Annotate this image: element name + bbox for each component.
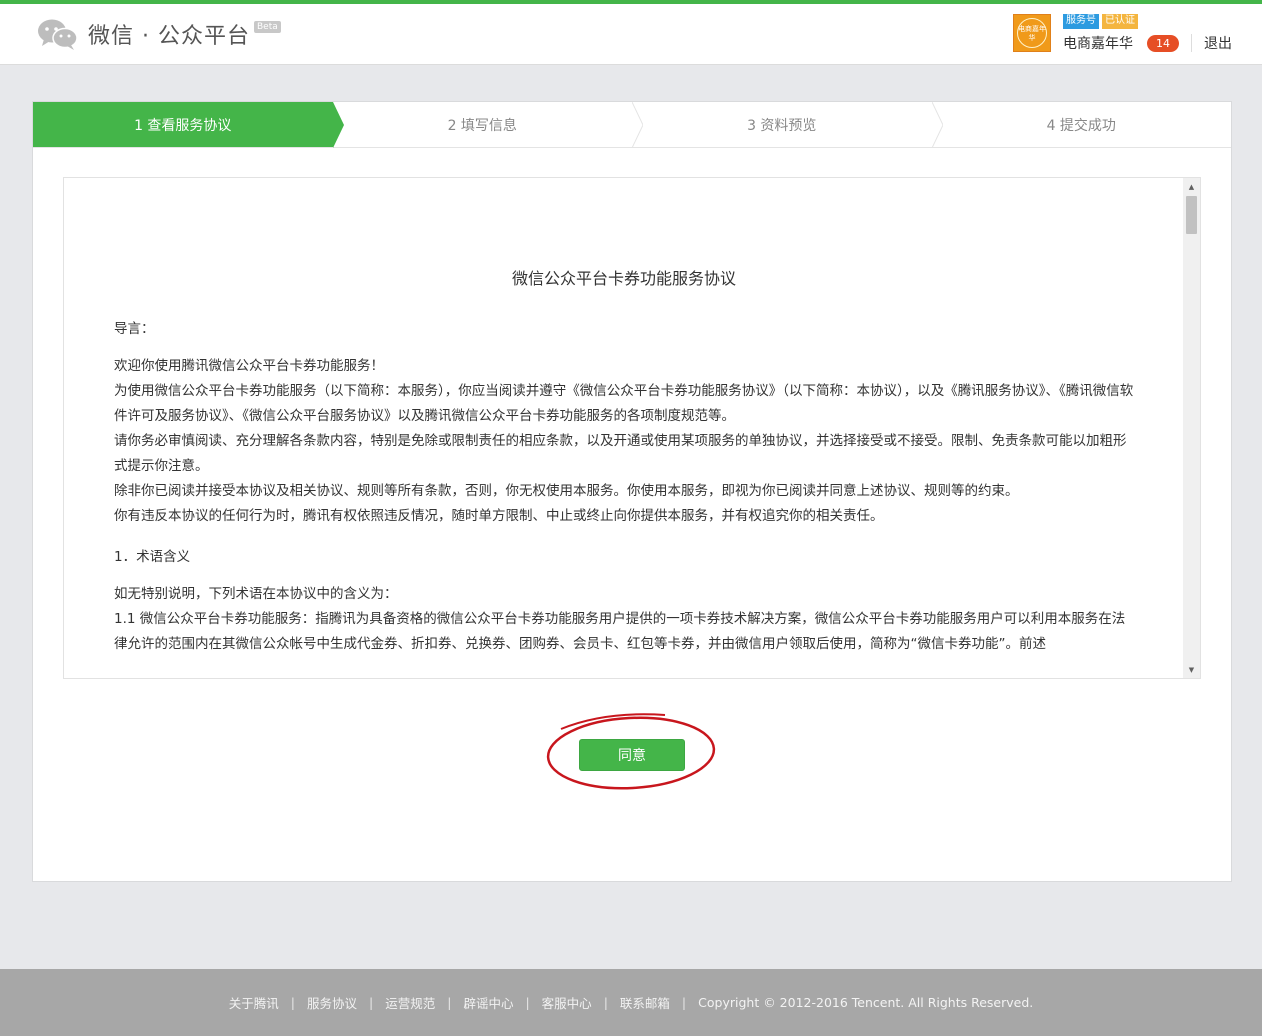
beta-badge: Beta — [253, 21, 281, 33]
section-heading: 1．术语含义 — [114, 549, 191, 565]
footer-link-rumor-center[interactable]: 辟谣中心 — [463, 993, 513, 1012]
agreement-paragraph: 除非你已阅读并接受本协议及相关协议、规则等所有条款，否则，你无权使用本服务。你使… — [114, 483, 1019, 499]
footer-separator: | — [290, 995, 295, 1010]
footer-link-customer-service[interactable]: 客服中心 — [542, 993, 592, 1012]
agreement-paragraph: 请你务必审慎阅读、充分理解各条款内容，特别是免除或限制责任的相应条款，以及开通或… — [114, 433, 1127, 474]
footer-separator: | — [447, 995, 452, 1010]
step-label: 3 资料预览 — [747, 117, 817, 134]
document-scrollbar[interactable]: ▲ ▼ — [1183, 178, 1200, 678]
scroll-down-icon[interactable]: ▼ — [1183, 661, 1200, 678]
section-item: 1.1 微信公众平台卡券功能服务：指腾讯为具备资格的微信公众平台卡券功能服务用户… — [114, 611, 1126, 652]
agreement-paragraph: 欢迎你使用腾讯微信公众平台卡券功能服务！ — [114, 358, 384, 374]
intro-heading: 导言： — [114, 321, 155, 337]
step-progress: 1 查看服务协议 2 填写信息 3 资料预览 4 提交成功 — [33, 102, 1231, 148]
account-info: 服务号 已认证 电商嘉年华 14 退出 — [1063, 14, 1232, 53]
footer-link-about[interactable]: 关于腾讯 — [229, 993, 279, 1012]
step-label: 2 填写信息 — [447, 117, 517, 134]
section-intro: 如无特别说明，下列术语在本协议中的含义为： — [114, 586, 398, 602]
wechat-logo-icon — [36, 16, 80, 52]
footer: 关于腾讯 | 服务协议 | 运营规范 | 辟谣中心 | 客服中心 | 联系邮箱 … — [0, 969, 1262, 1036]
step-arrow-icon — [632, 102, 643, 148]
footer-separator: | — [681, 995, 687, 1010]
step-1: 1 查看服务协议 — [33, 102, 344, 148]
logo[interactable]: 微信 · 公众平台 Beta — [36, 16, 281, 52]
account-row: 电商嘉年华 14 退出 — [1063, 33, 1232, 53]
avatar[interactable]: 电商嘉年华 — [1013, 14, 1051, 52]
account-name[interactable]: 电商嘉年华 — [1063, 33, 1133, 53]
copyright-text: Copyright © 2012-2016 Tencent. All Right… — [698, 995, 1034, 1010]
header-divider — [1191, 34, 1192, 52]
scroll-up-icon[interactable]: ▲ — [1183, 178, 1200, 195]
footer-separator: | — [368, 995, 374, 1010]
scroll-thumb[interactable] — [1186, 196, 1197, 234]
agreement-content: 微信公众平台卡券功能服务协议 导言： 欢迎你使用腾讯微信公众平台卡券功能服务！ … — [64, 178, 1200, 657]
account-area: 电商嘉年华 服务号 已认证 电商嘉年华 14 退出 — [1013, 14, 1232, 54]
brand-title: 微信 · 公众平台 — [88, 24, 250, 49]
step-3: 3 资料预览 — [632, 102, 943, 148]
agreement-paragraph: 为使用微信公众平台卡券功能服务（以下简称：本服务），你应当阅读并遵守《微信公众平… — [114, 383, 1134, 424]
service-account-badge: 服务号 — [1063, 14, 1099, 29]
step-2: 2 填写信息 — [333, 102, 643, 148]
avatar-label: 电商嘉年华 — [1017, 18, 1047, 48]
step-arrow-icon — [332, 102, 344, 148]
agreement-document[interactable]: 微信公众平台卡券功能服务协议 导言： 欢迎你使用腾讯微信公众平台卡券功能服务！ … — [63, 177, 1201, 679]
agree-button[interactable]: 同意 — [579, 739, 685, 771]
agree-area: 同意 — [545, 707, 717, 791]
account-badges: 服务号 已认证 — [1063, 14, 1232, 29]
step-arrow-icon — [931, 102, 943, 148]
header: 微信 · 公众平台 Beta 电商嘉年华 服务号 已认证 电商嘉年华 14 退出 — [0, 4, 1262, 65]
main-panel: 1 查看服务协议 2 填写信息 3 资料预览 4 提交成功 微信公众平台卡券功能… — [32, 101, 1232, 882]
verified-badge: 已认证 — [1102, 14, 1138, 29]
footer-link-contact-email[interactable]: 联系邮箱 — [620, 993, 670, 1012]
footer-link-operation-rules[interactable]: 运营规范 — [385, 993, 435, 1012]
step-4: 4 提交成功 — [932, 102, 1232, 147]
step-label: 4 提交成功 — [1046, 117, 1116, 134]
logout-link[interactable]: 退出 — [1204, 33, 1232, 53]
footer-separator: | — [525, 995, 530, 1010]
message-count-badge[interactable]: 14 — [1147, 34, 1179, 52]
footer-separator: | — [603, 995, 608, 1010]
agreement-paragraph: 你有违反本协议的任何行为时，腾讯有权依照违反情况，随时单方限制、中止或终止向你提… — [114, 508, 884, 524]
footer-link-service-agreement[interactable]: 服务协议 — [307, 993, 357, 1012]
step-label: 1 查看服务协议 — [134, 117, 232, 134]
agreement-title: 微信公众平台卡券功能服务协议 — [511, 269, 736, 288]
